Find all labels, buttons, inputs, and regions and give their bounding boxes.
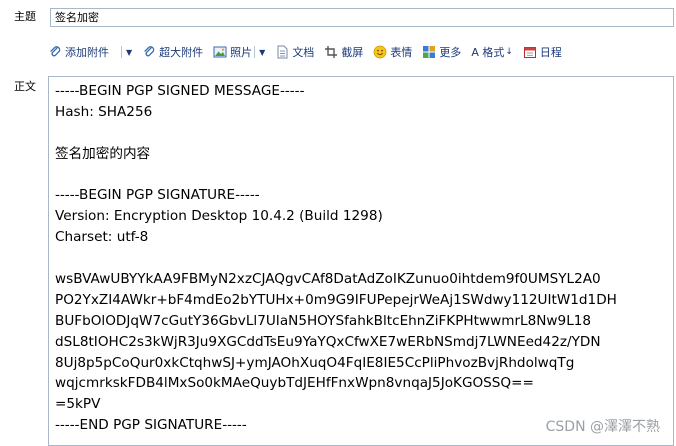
- body-line: 8Uj8p5pCoQur0xkCtqhwSJ+ymJAOhXuqO4FqIE8I…: [55, 354, 575, 371]
- compose-toolbar: 添加附件 ▼ 超大附件 照片 ▼ 文档 截屏 表情 更多 A 格式 ↓ 日程: [48, 40, 572, 64]
- body-line: PO2YxZI4AWkr+bF4mdEo2bYTUHx+0m9G9IFUPepe…: [55, 291, 617, 308]
- attach-label: 添加附件: [65, 46, 109, 59]
- more-label: 更多: [439, 46, 462, 59]
- toolbar-divider: [121, 46, 122, 58]
- calendar-icon: [523, 47, 536, 58]
- screenshot-label: 截屏: [341, 46, 364, 59]
- crop-icon: [325, 46, 338, 58]
- body-line: -----BEGIN PGP SIGNATURE-----: [55, 187, 260, 204]
- more-button[interactable]: 更多: [422, 44, 461, 60]
- subject-label: 主题: [14, 10, 36, 23]
- format-label: A 格式: [471, 46, 505, 59]
- body-line: [55, 123, 667, 144]
- big-attach-button[interactable]: 超大附件: [142, 44, 203, 60]
- format-button[interactable]: A 格式 ↓: [471, 44, 513, 60]
- body-line: wqjcmrkskFDB4lMxSo0kMAeQuybTdJEHfFnxWpn8…: [55, 375, 534, 392]
- image-icon: [213, 46, 227, 58]
- message-body-editor[interactable]: -----BEGIN PGP SIGNED MESSAGE----- Hash:…: [48, 76, 674, 446]
- body-line: dSL8tIOHC2s3kWjR3Ju9XGCddTsEu9YaYQxCfwXE…: [55, 333, 601, 350]
- photo-label: 照片: [230, 46, 253, 59]
- document-label: 文档: [292, 46, 315, 59]
- subject-row: 主题 签名加密: [0, 6, 676, 28]
- emoji-button[interactable]: 表情: [373, 44, 412, 60]
- document-icon: [277, 45, 288, 59]
- photo-dropdown-caret-icon[interactable]: ▼: [259, 48, 265, 57]
- attach-button[interactable]: 添加附件: [48, 44, 109, 60]
- body-line: [55, 165, 667, 186]
- emoji-label: 表情: [390, 46, 413, 59]
- photo-button[interactable]: 照片: [213, 44, 252, 60]
- smiley-icon: [373, 45, 387, 59]
- document-button[interactable]: 文档: [275, 44, 314, 60]
- body-line: -----BEGIN PGP SIGNED MESSAGE-----: [55, 83, 305, 99]
- body-label: 正文: [14, 80, 36, 93]
- big-attach-label: 超大附件: [159, 46, 204, 59]
- body-line: Version: Encryption Desktop 10.4.2 (Buil…: [55, 208, 383, 225]
- calendar-label: 日程: [539, 46, 562, 59]
- watermark: CSDN @澤澤不熟: [545, 419, 660, 435]
- format-toggle-icon: ↓: [505, 47, 513, 57]
- attach-dropdown-caret-icon[interactable]: ▼: [126, 48, 132, 57]
- grid-icon: [423, 46, 436, 58]
- screenshot-button[interactable]: 截屏: [324, 44, 363, 60]
- body-line: Charset: utf-8: [55, 229, 149, 246]
- subject-input[interactable]: 签名加密: [50, 8, 674, 27]
- toolbar-divider: [254, 46, 256, 58]
- body-line: wsBVAwUBYYkAA9FBMyN2xzCJAQgvCAf8DatAdZoI…: [55, 271, 601, 288]
- body-line: BUFbOlODJqW7cGutY36GbvLl7UIaN5HOYSfahkBl…: [55, 312, 592, 329]
- paperclip-icon: [144, 46, 155, 57]
- paperclip-icon: [50, 46, 61, 57]
- body-line: 签名加密的内容: [55, 145, 151, 162]
- body-line: Hash: SHA256: [55, 103, 153, 120]
- calendar-button[interactable]: 日程: [523, 44, 562, 60]
- body-line: [55, 248, 667, 269]
- body-line: =5kPV: [55, 396, 101, 413]
